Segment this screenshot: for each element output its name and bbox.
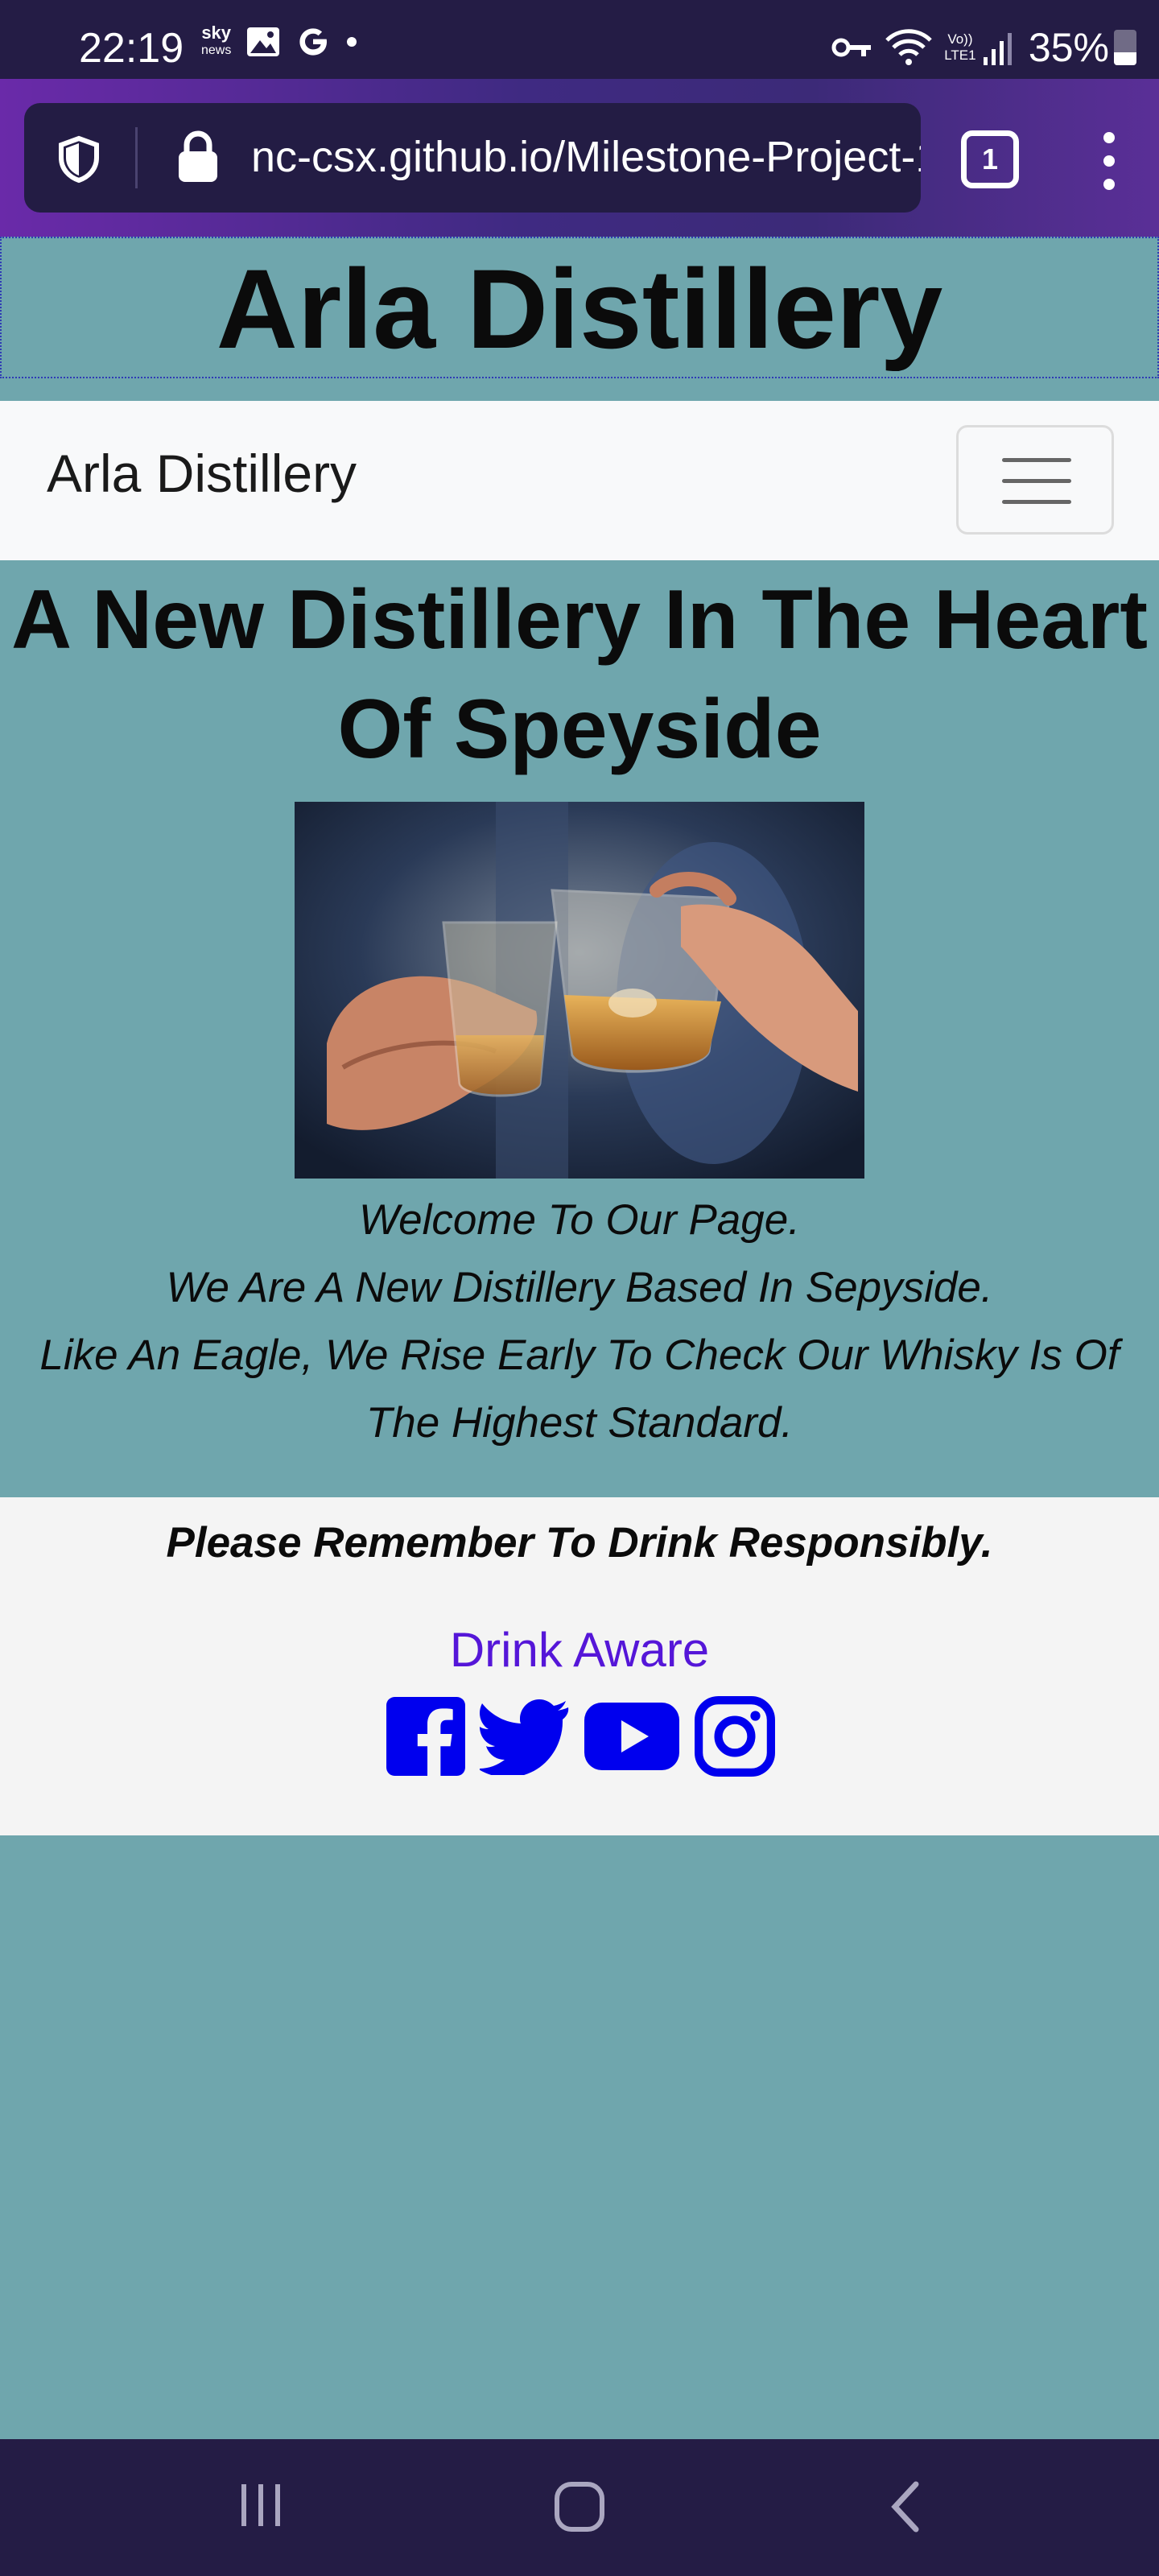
welcome-text: Welcome To Our Page. We Are A New Distil… (0, 1187, 1159, 1457)
site-header: Arla Distillery (0, 237, 1159, 378)
browser-toolbar: nc-csx.github.io/Milestone-Project-1 1 (0, 79, 1159, 237)
battery-percent: 35% (1028, 25, 1109, 70)
sky-news-icon: sky news (201, 23, 232, 58)
google-icon (299, 28, 328, 56)
wifi-icon (885, 29, 932, 65)
welcome-line: Like An Eagle, We Rise Early To Check Ou… (39, 1331, 1120, 1447)
welcome-line: Welcome To Our Page. (359, 1196, 800, 1244)
youtube-icon[interactable] (583, 1701, 681, 1772)
hero-title: A New Distillery In The Heart Of Speysid… (10, 573, 1149, 776)
system-navigation-bar (0, 2439, 1159, 2576)
hero-section: A New Distillery In The Heart Of Speysid… (0, 560, 1159, 1497)
network-label: Vo)) LTE1 (944, 31, 976, 63)
welcome-line: We Are A New Distillery Based In Sepysid… (166, 1264, 993, 1311)
gallery-icon (247, 27, 280, 56)
address-bar[interactable]: nc-csx.github.io/Milestone-Project-1 (24, 103, 921, 213)
facebook-icon[interactable] (385, 1695, 467, 1777)
status-time: 22:19 (79, 25, 184, 72)
status-bar: 22:19 sky news Vo)) LTE1 35% (0, 0, 1159, 79)
instagram-icon[interactable] (694, 1695, 776, 1777)
battery-icon (1114, 30, 1136, 65)
home-icon[interactable] (552, 2479, 607, 2534)
whisky-glasses-image (295, 802, 864, 1179)
navbar-brand[interactable]: Arla Distillery (47, 443, 357, 504)
recent-apps-icon[interactable] (235, 2479, 287, 2531)
lock-icon[interactable] (175, 130, 221, 184)
navbar: Arla Distillery (0, 401, 1159, 560)
url-divider (135, 127, 138, 188)
dot-icon (347, 37, 357, 47)
site-title: Arla Distillery (216, 246, 943, 372)
drink-aware-link[interactable]: Drink Aware (0, 1618, 1159, 1682)
tab-switcher-button[interactable]: 1 (961, 130, 1019, 188)
browser-menu-icon[interactable] (1099, 132, 1119, 190)
twitter-icon[interactable] (480, 1698, 570, 1775)
signal-icon (983, 33, 1012, 65)
navbar-toggler-button[interactable] (956, 425, 1114, 535)
drink-responsibly-text: Please Remember To Drink Responsibly. (166, 1519, 993, 1567)
url-text[interactable]: nc-csx.github.io/Milestone-Project-1 (251, 132, 921, 182)
shield-icon[interactable] (55, 135, 103, 184)
footer: Please Remember To Drink Responsibly. Dr… (0, 1497, 1159, 1835)
vpn-key-icon (831, 38, 871, 57)
system-icons: Vo)) LTE1 35% (831, 24, 1159, 71)
notification-icons: sky news (201, 24, 358, 60)
social-links (385, 1695, 776, 1777)
back-icon[interactable] (885, 2479, 926, 2534)
